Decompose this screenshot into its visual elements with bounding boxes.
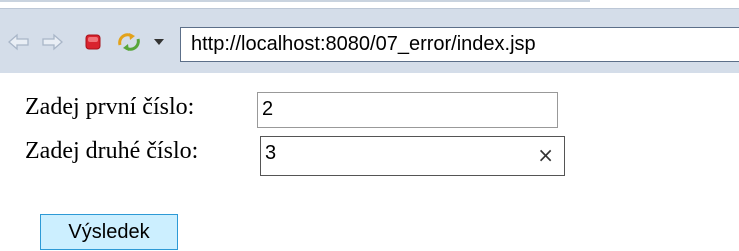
submit-button[interactable]: Výsledek bbox=[40, 214, 178, 250]
second-number-value: 3 bbox=[265, 142, 277, 164]
stop-icon[interactable] bbox=[82, 31, 104, 53]
address-bar-url: http://localhost:8080/07_error/index.jsp bbox=[191, 33, 536, 55]
refresh-icon[interactable] bbox=[116, 31, 142, 53]
first-number-value: 2 bbox=[262, 98, 274, 120]
browser-toolbar: http://localhost:8080/07_error/index.jsp bbox=[0, 8, 739, 73]
second-number-input[interactable]: 3 × bbox=[260, 136, 565, 176]
first-number-label: Zadej první číslo: bbox=[25, 94, 195, 120]
first-number-input[interactable]: 2 bbox=[257, 92, 558, 128]
back-arrow-icon[interactable] bbox=[8, 31, 30, 53]
address-bar[interactable]: http://localhost:8080/07_error/index.jsp bbox=[180, 27, 739, 62]
clear-input-icon[interactable]: × bbox=[537, 143, 554, 167]
second-number-label: Zadej druhé číslo: bbox=[25, 138, 199, 164]
dropdown-arrow-icon[interactable] bbox=[150, 31, 168, 53]
forward-arrow-icon[interactable] bbox=[41, 31, 63, 53]
window-top-border bbox=[0, 0, 590, 2]
